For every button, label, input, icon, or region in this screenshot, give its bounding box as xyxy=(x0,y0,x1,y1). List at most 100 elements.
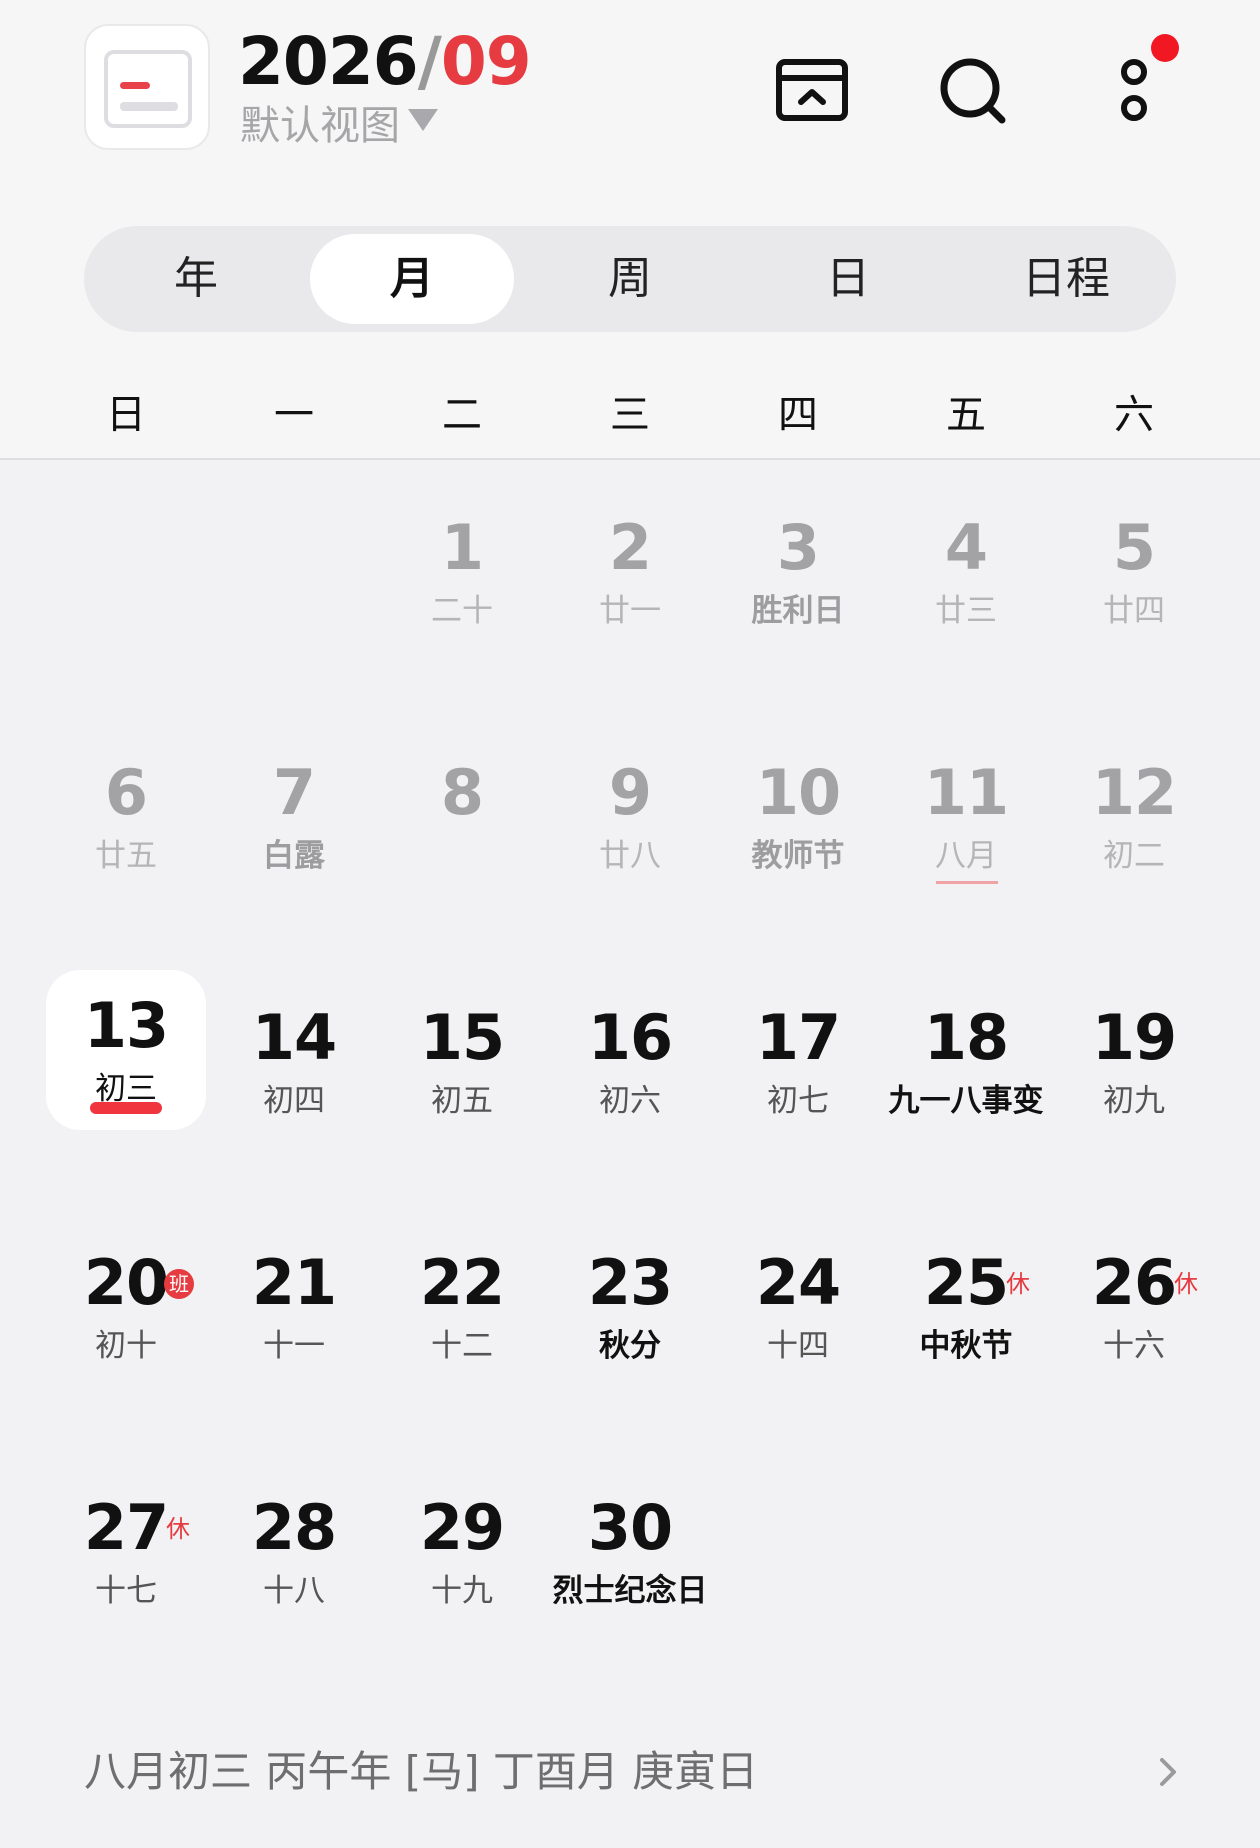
title-separator: / xyxy=(417,23,442,100)
lunar-label: 廿四 xyxy=(1103,593,1165,629)
lunar-label: 白露 xyxy=(263,838,325,874)
day-number: 19 xyxy=(1091,1001,1177,1074)
icon-red-bar xyxy=(120,82,150,89)
day-cell[interactable]: 18 九一八事变 xyxy=(882,998,1050,1168)
tab-day[interactable]: 日 xyxy=(746,234,950,324)
tab-schedule[interactable]: 日程 xyxy=(964,234,1168,324)
year-text: 2026 xyxy=(238,23,419,100)
day-cell[interactable]: 10 教师节 xyxy=(714,753,882,923)
day-number: 9 xyxy=(608,756,652,829)
day-cell-today[interactable]: 13 初三 xyxy=(42,989,210,1168)
day-cell[interactable]: 23 秋分 xyxy=(546,1243,714,1413)
weekday-wed: 三 xyxy=(610,392,650,438)
search-button[interactable] xyxy=(928,46,1018,136)
day-cell[interactable]: 21 十一 xyxy=(210,1243,378,1413)
day-number: 30 xyxy=(587,1491,673,1564)
day-number: 12 xyxy=(1091,756,1177,829)
jump-to-today-button[interactable] xyxy=(768,46,858,136)
lunar-label: 八月 xyxy=(935,838,997,874)
day-cell[interactable]: 25 中秋节休 xyxy=(882,1243,1050,1413)
weekday-thu: 四 xyxy=(778,392,818,438)
lunar-label: 十九 xyxy=(431,1573,493,1609)
day-number: 29 xyxy=(419,1491,505,1564)
today-indicator xyxy=(90,1102,162,1114)
lunar-label: 初十 xyxy=(95,1328,157,1364)
day-cell[interactable]: 7 白露 xyxy=(210,753,378,923)
day-cell[interactable]: 6 廿五 xyxy=(42,753,210,923)
lunar-label: 十二 xyxy=(431,1328,493,1364)
holiday-badge: 休 xyxy=(166,1515,190,1543)
lunar-label: 初七 xyxy=(767,1083,829,1119)
day-cell[interactable]: 16 初六 xyxy=(546,998,714,1168)
lunar-label xyxy=(378,833,546,879)
icon-gray-bar xyxy=(120,102,178,111)
chevron-right-icon[interactable] xyxy=(1148,1752,1188,1792)
view-selector-label: 默认视图 xyxy=(240,103,400,149)
lunar-label: 初六 xyxy=(599,1083,661,1119)
lunar-label: 秋分 xyxy=(599,1328,661,1364)
day-number: 22 xyxy=(419,1246,505,1319)
lunar-label: 初二 xyxy=(1103,838,1165,874)
day-cell[interactable]: 14 初四 xyxy=(210,998,378,1168)
day-cell[interactable]: 28 十八 xyxy=(210,1488,378,1658)
calendar-app-icon[interactable] xyxy=(84,24,210,150)
day-cell[interactable]: 19 初九 xyxy=(1050,998,1218,1168)
weekday-sun: 日 xyxy=(106,392,146,438)
lunar-label: 初五 xyxy=(431,1083,493,1119)
holiday-badge: 休 xyxy=(1174,1270,1198,1298)
day-number: 18 xyxy=(923,1001,1009,1074)
day-number: 4 xyxy=(944,511,988,584)
notification-dot xyxy=(1151,34,1179,62)
day-cell[interactable]: 26 十六休 xyxy=(1050,1243,1218,1413)
day-cell[interactable]: 22 十二 xyxy=(378,1243,546,1413)
day-number: 2 xyxy=(608,511,652,584)
day-cell[interactable]: 29 十九 xyxy=(378,1488,546,1658)
lunar-label: 教师节 xyxy=(751,838,845,874)
day-cell[interactable]: 15 初五 xyxy=(378,998,546,1168)
day-number: 14 xyxy=(251,1001,337,1074)
month-start-underline xyxy=(936,881,998,884)
day-cell[interactable]: 17 初七 xyxy=(714,998,882,1168)
weekday-mon: 一 xyxy=(274,392,314,438)
day-cell[interactable]: 20 初十班 xyxy=(42,1243,210,1413)
day-cell[interactable]: 8 xyxy=(378,753,546,923)
day-number: 6 xyxy=(104,756,148,829)
tab-month[interactable]: 月 xyxy=(310,234,514,324)
day-number: 3 xyxy=(776,511,820,584)
weekday-tue: 二 xyxy=(442,392,482,438)
tab-week[interactable]: 周 xyxy=(528,234,732,324)
month-text: 09 xyxy=(440,23,532,100)
holiday-badge: 休 xyxy=(1006,1270,1030,1298)
day-number: 10 xyxy=(755,756,841,829)
month-title[interactable]: 2026/09 xyxy=(238,22,532,102)
day-cell[interactable]: 2 廿一 xyxy=(546,508,714,678)
day-number: 1 xyxy=(440,511,484,584)
day-cell[interactable]: 30 烈士纪念日 xyxy=(546,1488,714,1658)
day-number: 28 xyxy=(251,1491,337,1564)
day-cell[interactable]: 9 廿八 xyxy=(546,753,714,923)
header-divider xyxy=(0,458,1260,460)
calendar-card-graphic xyxy=(104,50,192,128)
day-cell[interactable]: 5 廿四 xyxy=(1050,508,1218,678)
day-cell[interactable]: 4 廿三 xyxy=(882,508,1050,678)
tab-year[interactable]: 年 xyxy=(94,234,298,324)
lunar-label: 廿三 xyxy=(935,593,997,629)
day-cell[interactable]: 12 初二 xyxy=(1050,753,1218,923)
day-number: 5 xyxy=(1112,511,1156,584)
weekday-header: 日 一 二 三 四 五 六 xyxy=(42,380,1218,450)
day-number: 17 xyxy=(755,1001,841,1074)
weekday-sat: 六 xyxy=(1114,392,1154,438)
view-selector[interactable]: 默认视图 xyxy=(240,102,438,150)
lunar-label: 廿一 xyxy=(599,593,661,629)
day-cell[interactable]: 3 胜利日 xyxy=(714,508,882,678)
lunar-label: 九一八事变 xyxy=(888,1083,1044,1119)
day-cell[interactable]: 1 二十 xyxy=(378,508,546,678)
day-number: 21 xyxy=(251,1246,337,1319)
lunar-label: 烈士纪念日 xyxy=(552,1573,708,1609)
day-cell[interactable]: 24 十四 xyxy=(714,1243,882,1413)
day-cell[interactable]: 27 十七休 xyxy=(42,1488,210,1658)
day-cell[interactable]: 11 八月 xyxy=(882,753,1050,923)
lunar-label: 十七 xyxy=(95,1573,157,1609)
lunar-label: 十六 xyxy=(1103,1328,1165,1364)
lunar-date-info[interactable]: 八月初三 丙午年 [马] 丁酉月 庚寅日 xyxy=(84,1742,758,1802)
